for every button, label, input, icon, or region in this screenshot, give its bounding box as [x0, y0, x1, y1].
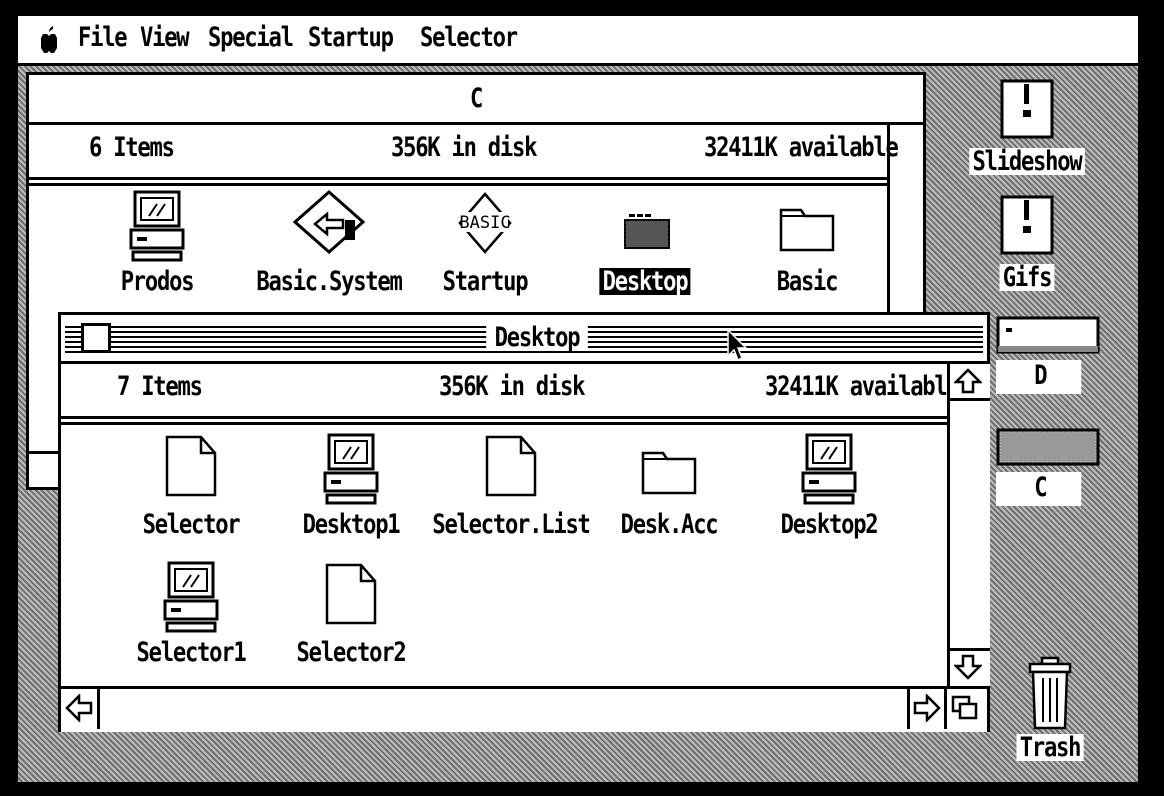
window-c-items-count: 6 Items	[89, 132, 175, 163]
resize-box-icon[interactable]	[949, 691, 981, 725]
window-desktop[interactable]: Desktop 7 Items 356K in disk 32411K avai…	[58, 312, 990, 732]
icon-selector-list[interactable]: Selector.List	[432, 433, 591, 543]
svg-text:BASIC: BASIC	[459, 213, 510, 233]
icon-selector1[interactable]: Selector1	[137, 561, 247, 671]
window-desktop-titlebar[interactable]: Desktop	[61, 315, 987, 364]
menu-file[interactable]: File	[78, 24, 128, 51]
hard-disk-icon	[996, 428, 1100, 466]
menu-selector[interactable]: Selector	[420, 24, 518, 51]
icon-selector[interactable]: Selector	[143, 433, 241, 543]
mouse-pointer-icon	[727, 328, 748, 362]
apple-icon[interactable]	[40, 26, 58, 54]
window-c-available: 32411K available	[704, 132, 899, 163]
volume-label: Gifs	[999, 264, 1055, 291]
icon-label: Desk.Acc	[620, 509, 719, 540]
close-box-icon[interactable]	[81, 323, 111, 353]
window-c-titlebar[interactable]: C	[29, 75, 923, 125]
computer-icon	[801, 433, 857, 505]
volume-slideshow[interactable]: Slideshow	[962, 78, 1092, 188]
volume-c-selected[interactable]: C	[996, 428, 1102, 510]
trash[interactable]: Trash	[1000, 656, 1100, 772]
window-desktop-title: Desktop	[486, 324, 588, 351]
icon-desktop1[interactable]: Desktop1	[303, 433, 401, 543]
floppy-disk-icon	[1000, 195, 1054, 255]
document-icon	[165, 435, 217, 497]
icon-label: Prodos	[120, 266, 195, 297]
window-desktop-hscrollbar[interactable]	[61, 686, 987, 732]
scroll-right-arrow-icon[interactable]	[911, 691, 943, 725]
window-desktop-available: 32411K available	[765, 371, 960, 402]
icon-label: Basic	[776, 266, 839, 297]
hard-disk-icon	[996, 316, 1100, 354]
basic-file-icon: BASIC	[458, 192, 512, 254]
icon-label: Desktop1	[302, 509, 401, 540]
folder-icon	[641, 451, 697, 495]
computer-icon	[163, 561, 219, 633]
scroll-left-arrow-icon[interactable]	[63, 691, 95, 725]
menu-bar: File View Special Startup Selector	[18, 16, 1138, 66]
icon-label: Selector	[142, 509, 241, 540]
window-desktop-vscrollbar[interactable]	[947, 364, 990, 686]
folder-icon	[779, 208, 835, 252]
window-desktop-in-disk: 356K in disk	[439, 371, 585, 402]
icon-label: Startup	[442, 266, 529, 297]
desktop-screen: File View Special Startup Selector C 6 I…	[18, 16, 1138, 782]
system-file-icon	[293, 190, 365, 255]
document-icon	[485, 435, 537, 497]
scroll-up-arrow-icon[interactable]	[952, 364, 984, 398]
icon-selector2[interactable]: Selector2	[297, 561, 407, 671]
window-c-infobar: 6 Items 356K in disk 32411K available	[29, 125, 899, 186]
document-icon	[325, 563, 377, 625]
window-c-in-disk: 356K in disk	[391, 132, 537, 163]
volume-d[interactable]: D	[996, 316, 1102, 398]
icon-prodos[interactable]: Prodos	[117, 190, 197, 300]
icon-label: Basic.System	[256, 266, 402, 297]
icon-startup[interactable]: BASIC Startup	[442, 190, 529, 300]
volume-label: Slideshow	[969, 148, 1085, 175]
icon-desktop2[interactable]: Desktop2	[781, 433, 879, 543]
volume-gifs[interactable]: Gifs	[962, 194, 1092, 304]
trash-icon	[1028, 656, 1072, 730]
icon-label: Selector1	[136, 637, 247, 668]
volume-label: C	[996, 472, 1082, 506]
scroll-down-arrow-icon[interactable]	[952, 650, 984, 684]
window-c-title: C	[469, 83, 483, 114]
menu-view[interactable]: View	[140, 24, 190, 51]
icon-label: Desktop	[599, 268, 691, 295]
menu-special[interactable]: Special	[208, 24, 294, 51]
icon-basic[interactable]: Basic	[767, 190, 847, 300]
icon-basic-system[interactable]: Basic.System	[256, 190, 403, 300]
computer-icon	[323, 433, 379, 505]
floppy-disk-icon	[1000, 79, 1054, 139]
icon-desktop-selected[interactable]: Desktop	[599, 190, 691, 300]
icon-desk-acc[interactable]: Desk.Acc	[621, 433, 719, 543]
icon-label: Selector.List	[432, 509, 591, 540]
menu-startup[interactable]: Startup	[308, 24, 394, 51]
window-desktop-items-count: 7 Items	[117, 371, 203, 402]
folder-icon	[624, 214, 670, 249]
computer-icon	[129, 190, 185, 262]
volume-label: D	[996, 360, 1082, 394]
trash-label: Trash	[1016, 734, 1084, 761]
window-desktop-infobar: 7 Items 356K in disk 32411K available	[61, 364, 960, 425]
icon-label: Selector2	[296, 637, 407, 668]
icon-label: Desktop2	[780, 509, 879, 540]
